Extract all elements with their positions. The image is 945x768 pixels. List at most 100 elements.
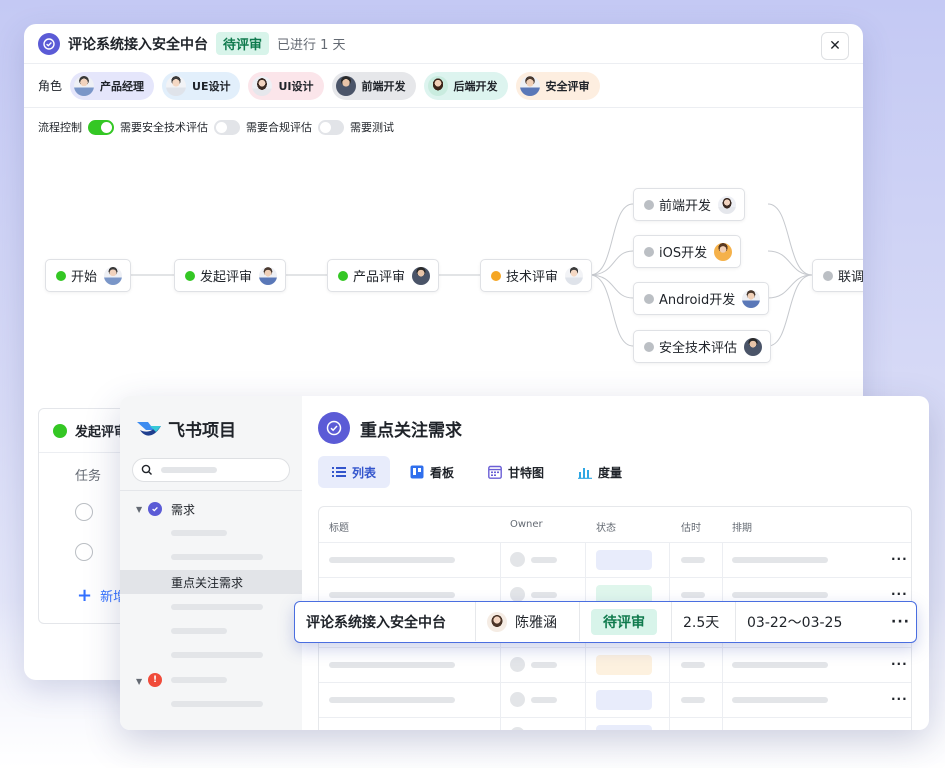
- flow-node-initiate-review[interactable]: 发起评审: [174, 259, 287, 292]
- sidebar-item-requirements[interactable]: 需求: [171, 501, 195, 518]
- column-header-status[interactable]: 状态: [596, 519, 616, 534]
- avatar: [714, 242, 733, 261]
- toggle-label: 需要测试: [350, 121, 394, 134]
- avatar: [104, 266, 123, 285]
- role-chip-backend-dev[interactable]: 后端开发: [423, 71, 508, 100]
- flow-node-frontend-dev[interactable]: 前端开发: [633, 188, 746, 221]
- status-placeholder: [596, 725, 652, 730]
- title-placeholder: [329, 557, 455, 563]
- flow-node-product-review[interactable]: 产品评审: [327, 259, 440, 292]
- avatar-placeholder: [510, 552, 525, 567]
- toggle-label: 需要合规评估: [246, 121, 312, 134]
- sidebar-item-focus-requirements[interactable]: 重点关注需求: [171, 574, 243, 591]
- column-header-estimate[interactable]: 估时: [681, 519, 701, 534]
- caret-down-icon[interactable]: ▼: [136, 505, 142, 514]
- toggle-label: 需要安全技术评估: [120, 121, 208, 134]
- close-button[interactable]: ✕: [821, 32, 849, 60]
- role-chip-frontend-dev[interactable]: 前端开发: [331, 71, 416, 100]
- tab-metrics[interactable]: 度量: [564, 456, 636, 488]
- task-checkbox[interactable]: [75, 503, 93, 521]
- highlighted-table-row[interactable]: 评论系统接入安全中台 陈雅涵 待评审 2.5天 03-22～03-25 ···: [294, 601, 917, 643]
- column-header-owner[interactable]: Owner: [510, 519, 543, 530]
- cell-divider: [579, 602, 580, 641]
- brand: 飞书项目: [136, 416, 236, 441]
- table-row[interactable]: ···: [319, 717, 911, 730]
- flow-node-integration[interactable]: 联调: [812, 259, 863, 292]
- flow-node-label: 安全技术评估: [659, 341, 738, 356]
- role-label: 安全评审: [545, 79, 590, 93]
- toggle-label: 流程控制: [38, 121, 82, 134]
- flow-node-label: 发起评审: [200, 270, 253, 285]
- column-header-title[interactable]: 标题: [329, 519, 349, 534]
- status-badge: 待评审: [591, 608, 657, 635]
- row-status[interactable]: 待评审: [591, 602, 657, 641]
- avatar: [742, 289, 761, 308]
- table-row[interactable]: ···: [319, 542, 911, 577]
- schedule-placeholder: [732, 592, 828, 598]
- flow-node-ios-dev[interactable]: iOS开发: [633, 235, 742, 268]
- more-icon[interactable]: ···: [891, 692, 908, 706]
- kanban-icon: [410, 465, 424, 479]
- tab-label: 度量: [598, 465, 623, 480]
- row-estimate[interactable]: 2.5天: [683, 602, 719, 641]
- sidebar-search[interactable]: [132, 458, 290, 482]
- role-chip-security-review[interactable]: 安全评审: [515, 71, 600, 100]
- status-badge[interactable]: 待评审: [216, 32, 270, 55]
- list-icon: [332, 465, 346, 479]
- schedule-placeholder: [732, 557, 828, 563]
- flow-node-android-dev[interactable]: Android开发: [633, 282, 770, 315]
- brand-name: 飞书项目: [168, 421, 236, 441]
- flow-node-label: 技术评审: [506, 270, 559, 285]
- check-circle-icon: [318, 412, 350, 444]
- owner-placeholder: [531, 662, 557, 668]
- flow-node-tech-review[interactable]: 技术评审: [480, 259, 593, 292]
- role-label: 产品经理: [100, 79, 145, 93]
- table-row[interactable]: ···: [319, 647, 911, 682]
- role-chip-ui-design[interactable]: UI设计: [248, 71, 324, 100]
- flow-node-start[interactable]: 开始: [45, 259, 132, 292]
- bug-icon: !: [148, 673, 162, 687]
- main-content: 重点关注需求 列表 看板 甘特图 度量 标题 Owner 状态 估时 排期 ··…: [302, 396, 929, 730]
- add-task-button[interactable]: + 新增: [77, 585, 126, 606]
- compliance-eval-toggle[interactable]: [318, 119, 344, 135]
- more-icon[interactable]: ···: [891, 587, 908, 601]
- more-icon[interactable]: ···: [891, 657, 908, 671]
- role-label: UE设计: [192, 79, 231, 93]
- flow-control-toggle[interactable]: [88, 119, 114, 135]
- roles-label: 角色: [38, 79, 63, 93]
- sidebar-item-placeholder: [171, 554, 263, 560]
- role-chip-product-manager[interactable]: 产品经理: [70, 71, 155, 100]
- tab-list[interactable]: 列表: [318, 456, 391, 488]
- flow-node-security-eval[interactable]: 安全技术评估: [633, 330, 772, 363]
- column-header-schedule[interactable]: 排期: [732, 519, 752, 534]
- caret-down-icon[interactable]: ▼: [136, 677, 142, 686]
- done-status-dot: [53, 423, 67, 438]
- more-icon[interactable]: ···: [891, 602, 910, 641]
- sidebar-item-placeholder: [171, 701, 263, 707]
- task-checkbox[interactable]: [75, 543, 93, 561]
- page-title: 重点关注需求: [360, 420, 462, 441]
- row-schedule[interactable]: 03-22～03-25: [747, 602, 842, 641]
- role-chip-ue-design[interactable]: UE设计: [162, 71, 241, 100]
- security-eval-toggle[interactable]: [214, 119, 240, 135]
- row-title[interactable]: 评论系统接入安全中台: [306, 602, 446, 641]
- done-status-dot: [185, 270, 195, 281]
- more-icon[interactable]: ···: [891, 552, 908, 566]
- owner-avatar: [487, 611, 507, 632]
- close-icon: ✕: [829, 38, 841, 54]
- progress-text: 已进行 1 天: [277, 38, 346, 53]
- tab-gantt[interactable]: 甘特图: [474, 456, 558, 488]
- table-row[interactable]: ···: [319, 682, 911, 717]
- owner-placeholder: [531, 697, 557, 703]
- flow-connectors: [130, 203, 813, 347]
- gantt-icon: [488, 465, 502, 479]
- title-placeholder: [329, 592, 455, 598]
- row-owner[interactable]: 陈雅涵: [487, 602, 557, 641]
- check-circle-icon: [38, 32, 60, 55]
- sidebar-item-placeholder: [171, 530, 227, 536]
- flow-node-label: iOS开发: [659, 246, 708, 261]
- avatar-placeholder: [510, 657, 525, 672]
- owner-name: 陈雅涵: [515, 614, 557, 631]
- more-icon[interactable]: ···: [891, 727, 908, 730]
- tab-kanban[interactable]: 看板: [396, 456, 468, 488]
